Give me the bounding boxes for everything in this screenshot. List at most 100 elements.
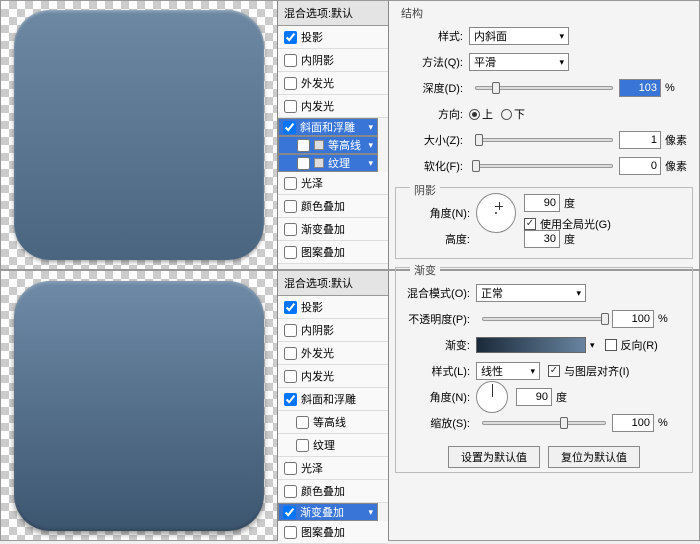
effect-item[interactable]: 渐变叠加	[278, 218, 388, 241]
effect-checkbox[interactable]	[284, 526, 297, 539]
bevel-properties: 结构 样式: 内斜面 方法(Q): 平滑 深度(D): 103 % 方向: 上 …	[389, 1, 699, 269]
depth-input[interactable]: 103	[619, 79, 661, 97]
effect-item[interactable]: 内阴影	[278, 49, 388, 72]
gradangle-input[interactable]: 90	[516, 388, 552, 406]
opacity-input[interactable]: 100	[612, 310, 654, 328]
effect-checkbox[interactable]	[284, 393, 297, 406]
effect-label: 等高线	[328, 137, 361, 153]
gradient-title: 渐变	[410, 262, 440, 278]
style-select[interactable]: 内斜面	[469, 27, 569, 45]
effect-item[interactable]: 斜面和浮雕	[278, 118, 378, 136]
shadow-title: 阴影	[410, 182, 440, 198]
altitude-label: 高度:	[402, 231, 476, 247]
gradangle-dial[interactable]	[476, 381, 508, 413]
soften-label: 软化(F):	[395, 158, 469, 174]
soften-slider[interactable]	[475, 164, 613, 168]
canvas-top	[1, 1, 277, 269]
effect-checkbox[interactable]	[296, 439, 309, 452]
gradstyle-label: 样式(L):	[402, 363, 476, 379]
effect-checkbox[interactable]	[284, 177, 297, 190]
effect-item[interactable]: 投影	[278, 296, 388, 319]
effect-checkbox[interactable]	[284, 246, 297, 259]
effect-label: 纹理	[313, 437, 335, 453]
scale-label: 缩放(S):	[402, 415, 476, 431]
swatch-preview-top	[14, 10, 264, 260]
depth-slider[interactable]	[475, 86, 613, 90]
method-select[interactable]: 平滑	[469, 53, 569, 71]
effect-label: 图案叠加	[301, 524, 345, 540]
effect-checkbox[interactable]	[296, 416, 309, 429]
effects-header: 混合选项:默认	[278, 271, 388, 296]
size-slider[interactable]	[475, 138, 613, 142]
soften-input[interactable]: 0	[619, 157, 661, 175]
effect-label: 投影	[301, 29, 323, 45]
effect-checkbox[interactable]	[284, 100, 297, 113]
effect-item[interactable]: 颜色叠加	[278, 195, 388, 218]
effect-label: 颜色叠加	[301, 198, 345, 214]
effect-checkbox[interactable]	[284, 324, 297, 337]
effect-label: 等高线	[313, 414, 346, 430]
effect-item[interactable]: 外发光	[278, 72, 388, 95]
effect-checkbox[interactable]	[284, 347, 297, 360]
effect-checkbox[interactable]	[297, 157, 310, 170]
effect-item[interactable]: 内发光	[278, 95, 388, 118]
effect-item[interactable]: 等高线	[278, 136, 378, 154]
angle-input[interactable]: 90	[524, 194, 560, 212]
canvas-bottom	[1, 271, 277, 540]
effect-label: 内阴影	[301, 52, 334, 68]
effects-list-bottom: 混合选项:默认 投影内阴影外发光内发光斜面和浮雕等高线纹理光泽颜色叠加渐变叠加图…	[277, 271, 389, 540]
effect-checkbox[interactable]	[284, 370, 297, 383]
effect-item[interactable]: 光泽	[278, 457, 388, 480]
effect-item[interactable]: 内发光	[278, 365, 388, 388]
effect-item[interactable]: 纹理	[278, 434, 388, 457]
effect-label: 内发光	[301, 368, 334, 384]
effect-checkbox[interactable]	[283, 506, 296, 519]
effect-item[interactable]: 等高线	[278, 411, 388, 434]
effect-checkbox[interactable]	[284, 223, 297, 236]
blendmode-select[interactable]: 正常	[476, 284, 586, 302]
effect-checkbox[interactable]	[284, 200, 297, 213]
opacity-label: 不透明度(P):	[402, 311, 476, 327]
contour-icon	[314, 158, 324, 168]
gradient-properties: 渐变 混合模式(O): 正常 不透明度(P): 100 % 渐变: ▾ 反向(R…	[389, 271, 699, 540]
effect-item[interactable]: 光泽	[278, 172, 388, 195]
effect-item[interactable]: 图案叠加	[278, 241, 388, 264]
depth-label: 深度(D):	[395, 80, 469, 96]
scale-slider[interactable]	[482, 421, 606, 425]
direction-down-radio[interactable]: 下	[501, 106, 525, 122]
effect-checkbox[interactable]	[284, 77, 297, 90]
set-default-button[interactable]: 设置为默认值	[448, 446, 540, 468]
scale-input[interactable]: 100	[612, 414, 654, 432]
effect-checkbox[interactable]	[284, 485, 297, 498]
effect-item[interactable]: 内阴影	[278, 319, 388, 342]
effect-label: 图案叠加	[301, 244, 345, 260]
effect-label: 颜色叠加	[301, 483, 345, 499]
direction-up-radio[interactable]: 上	[469, 106, 493, 122]
opacity-slider[interactable]	[482, 317, 606, 321]
effect-label: 斜面和浮雕	[301, 391, 356, 407]
reset-default-button[interactable]: 复位为默认值	[548, 446, 640, 468]
effect-item[interactable]: 纹理	[278, 154, 378, 172]
reverse-checkbox[interactable]: 反向(R)	[605, 337, 658, 353]
angle-dial[interactable]	[476, 193, 516, 233]
effect-item[interactable]: 斜面和浮雕	[278, 388, 388, 411]
effect-checkbox[interactable]	[283, 121, 296, 134]
effect-checkbox[interactable]	[284, 31, 297, 44]
effect-label: 斜面和浮雕	[300, 119, 355, 135]
effect-checkbox[interactable]	[297, 139, 310, 152]
gradstyle-select[interactable]: 线性	[476, 362, 540, 380]
size-input[interactable]: 1	[619, 131, 661, 149]
gradient-swatch[interactable]	[476, 337, 586, 353]
effect-checkbox[interactable]	[284, 54, 297, 67]
altitude-input[interactable]: 30	[524, 230, 560, 248]
align-checkbox[interactable]: 与图层对齐(I)	[548, 363, 629, 379]
effect-item[interactable]: 投影	[278, 26, 388, 49]
effect-item[interactable]: 渐变叠加	[278, 503, 378, 521]
effect-checkbox[interactable]	[284, 462, 297, 475]
swatch-preview-bottom	[14, 281, 264, 531]
gradient-label: 渐变:	[402, 337, 476, 353]
effect-item[interactable]: 颜色叠加	[278, 480, 388, 503]
effect-checkbox[interactable]	[284, 301, 297, 314]
effect-label: 光泽	[301, 460, 323, 476]
effect-item[interactable]: 外发光	[278, 342, 388, 365]
